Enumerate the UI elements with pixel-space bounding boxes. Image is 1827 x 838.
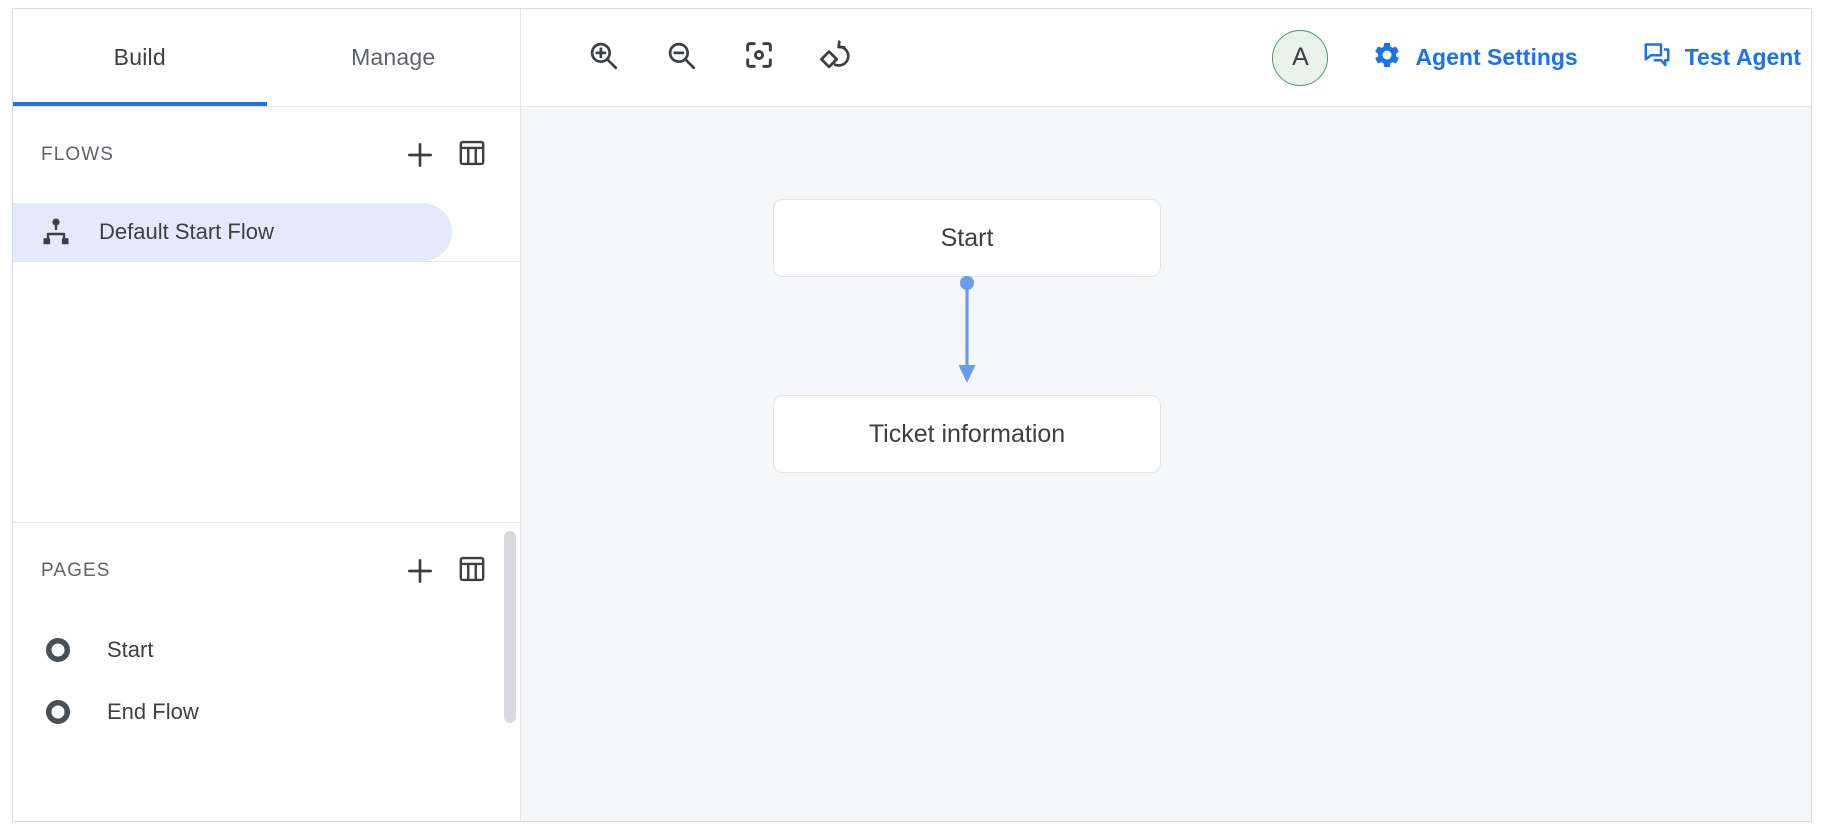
- tab-manage-label: Manage: [351, 44, 436, 70]
- toolbar-right-group: A Agent Settings Test Agent: [1272, 9, 1801, 106]
- test-agent-button[interactable]: Test Agent: [1642, 40, 1801, 76]
- fit-to-screen-button[interactable]: [739, 38, 779, 78]
- account-tree-icon: [35, 216, 77, 248]
- canvas-tool-group: [583, 38, 857, 78]
- circle-outline-icon: [37, 697, 79, 727]
- zoom-in-button[interactable]: [583, 38, 623, 78]
- pages-list: Start End Flow: [13, 619, 520, 821]
- flow-item-label: Default Start Flow: [99, 219, 274, 244]
- flows-panel: FLOWS Default Start Flow: [13, 107, 520, 523]
- canvas-edge-start-to-ticket-information: [958, 276, 976, 383]
- pages-scrollbar-thumb[interactable]: [504, 531, 516, 723]
- flow-canvas[interactable]: Start Ticket information: [521, 107, 1811, 821]
- page-item-start[interactable]: Start: [13, 619, 520, 681]
- edge-arrowhead: [958, 365, 976, 383]
- sidebar: FLOWS Default Start Flow PAGES Start End…: [13, 107, 521, 821]
- page-item-label: End Flow: [107, 699, 199, 724]
- center-focus-icon: [742, 38, 776, 77]
- table-view-icon: [456, 553, 488, 590]
- pages-scrollbar[interactable]: [504, 531, 516, 817]
- pages-panel: PAGES Start End Flow: [13, 523, 520, 821]
- circle-outline-icon: [37, 635, 79, 665]
- canvas-node-ticket-information[interactable]: Ticket information: [773, 395, 1161, 473]
- flows-empty-area: [13, 262, 520, 523]
- reset-layout-icon: [820, 38, 854, 77]
- flows-panel-title: FLOWS: [41, 144, 115, 165]
- flows-list-view-button[interactable]: [446, 129, 498, 181]
- canvas-toolbar: A Agent Settings Test Agent: [521, 9, 1811, 106]
- pages-panel-title: PAGES: [41, 560, 111, 581]
- flow-item-default-start-flow[interactable]: Default Start Flow: [13, 203, 452, 261]
- pages-panel-header: PAGES: [13, 523, 520, 619]
- agent-settings-label: Agent Settings: [1415, 44, 1578, 70]
- pages-list-view-button[interactable]: [446, 545, 498, 597]
- top-bar: Build Manage A Agent Settings Test Agent: [13, 9, 1811, 107]
- canvas-node-start[interactable]: Start: [773, 199, 1161, 277]
- avatar[interactable]: A: [1272, 29, 1329, 86]
- flows-list: Default Start Flow: [13, 203, 520, 262]
- application-window: Build Manage A Agent Settings Test Agent…: [12, 8, 1812, 822]
- zoom-in-icon: [586, 38, 620, 77]
- gear-icon: [1372, 40, 1402, 76]
- main-body: FLOWS Default Start Flow PAGES Start End…: [13, 107, 1811, 821]
- reset-layout-button[interactable]: [817, 38, 857, 78]
- zoom-out-button[interactable]: [661, 38, 701, 78]
- canvas-node-label: Start: [940, 223, 994, 252]
- flows-panel-header: FLOWS: [13, 107, 520, 203]
- page-item-end-flow[interactable]: End Flow: [13, 681, 520, 743]
- main-tabs: Build Manage: [13, 9, 521, 106]
- add-flow-button[interactable]: [394, 129, 446, 181]
- canvas-node-label: Ticket information: [868, 419, 1066, 448]
- agent-settings-button[interactable]: Agent Settings: [1372, 40, 1578, 76]
- page-item-label: Start: [107, 637, 154, 662]
- zoom-out-icon: [664, 38, 698, 77]
- tab-build[interactable]: Build: [13, 9, 267, 106]
- tab-manage[interactable]: Manage: [267, 9, 521, 106]
- add-page-button[interactable]: [394, 545, 446, 597]
- edge-source-dot: [960, 276, 974, 290]
- table-view-icon: [456, 137, 488, 174]
- forum-icon: [1642, 40, 1672, 76]
- test-agent-label: Test Agent: [1684, 44, 1801, 70]
- tab-build-label: Build: [113, 44, 166, 70]
- avatar-initial: A: [1292, 43, 1309, 71]
